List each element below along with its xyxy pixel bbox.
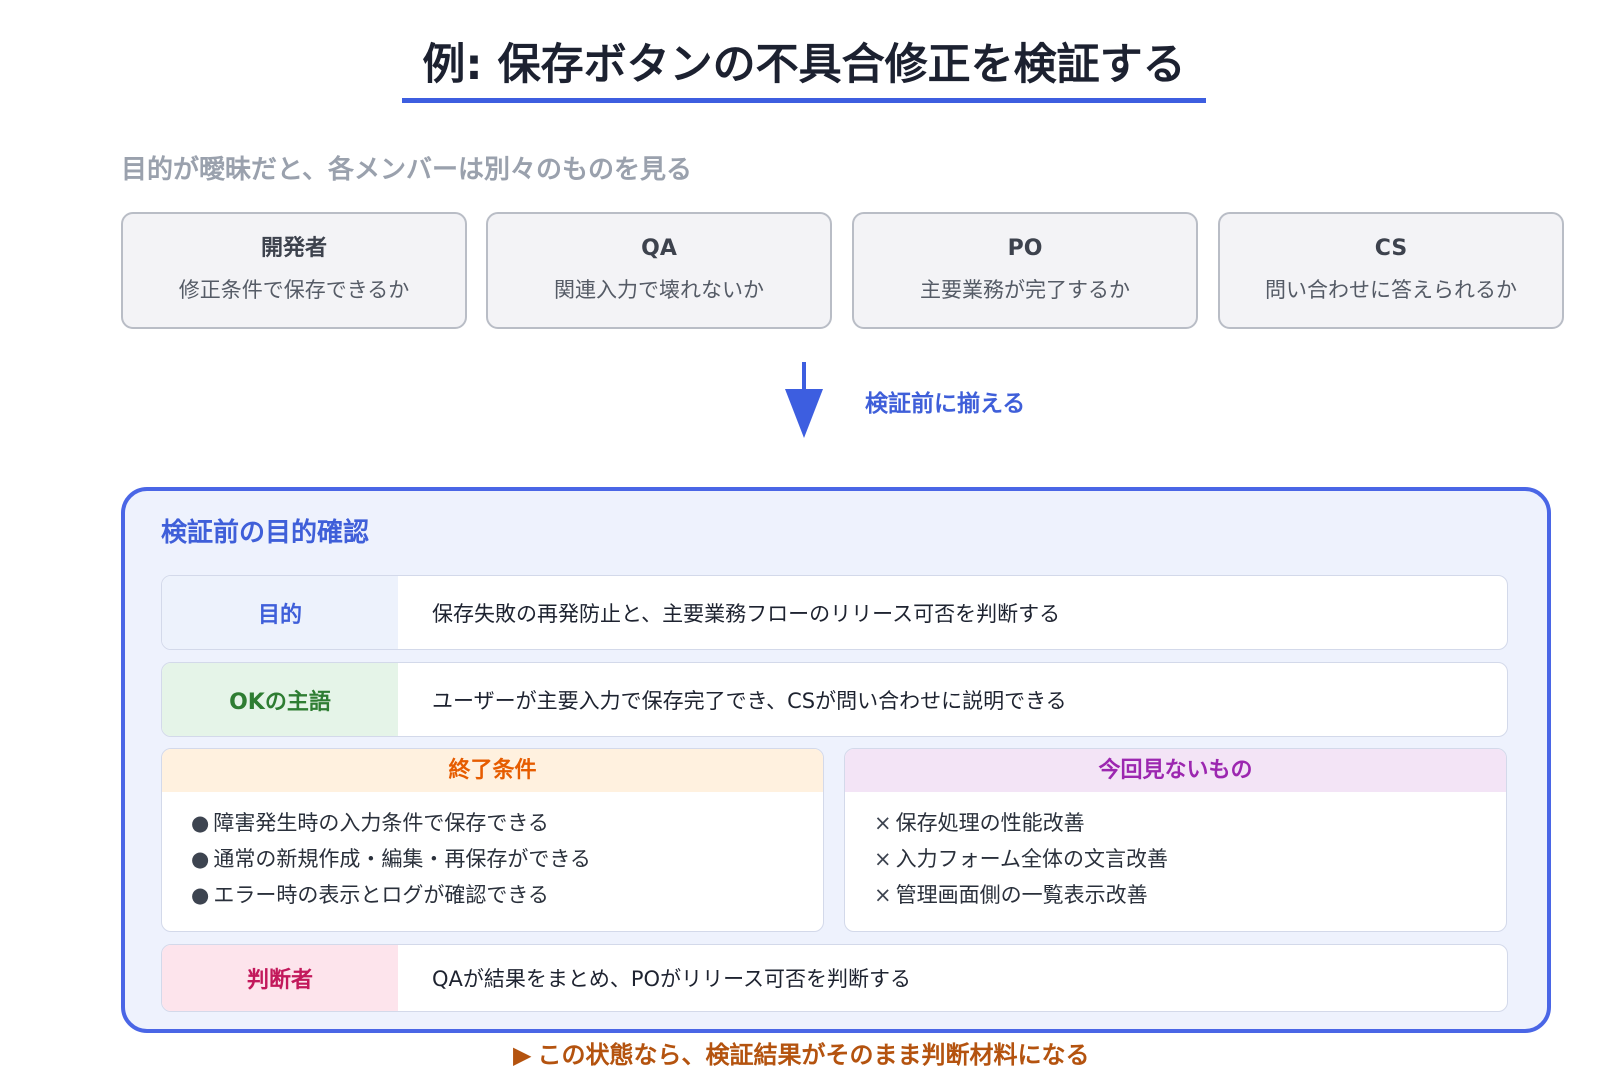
- out-of-scope-header: 今回見ないもの: [845, 749, 1506, 792]
- role-card-cs: CS 問い合わせに答えられるか: [1218, 212, 1564, 329]
- list-item-text: 障害発生時の入力条件で保存できる: [213, 811, 549, 835]
- purpose-check-panel: 検証前の目的確認 目的 保存失敗の再発防止と、主要業務フローのリリース可否を判断…: [121, 487, 1551, 1033]
- list-item: × 入力フォーム全体の文言改善: [874, 844, 1168, 874]
- purpose-row: 目的 保存失敗の再発防止と、主要業務フローのリリース可否を判断する: [161, 575, 1508, 650]
- role-card-qa: QA 関連入力で壊れないか: [486, 212, 832, 329]
- list-item: × 保存処理の性能改善: [874, 808, 1085, 838]
- out-of-scope-card: 今回見ないもの × 保存処理の性能改善 × 入力フォーム全体の文言改善 × 管理画面側…: [844, 748, 1507, 932]
- title-underline: [402, 98, 1206, 103]
- role-name: CS: [1374, 236, 1408, 261]
- down-arrow-icon: [785, 362, 823, 438]
- role-name: QA: [641, 236, 677, 261]
- arrow-head: [785, 389, 823, 438]
- list-item: ● エラー時の表示とログが確認できる: [191, 880, 549, 910]
- role-view: 修正条件で保存できるか: [178, 278, 410, 302]
- list-item: ● 障害発生時の入力条件で保存できる: [191, 808, 549, 838]
- list-item: ● 通常の新規作成・編集・再保存ができる: [191, 844, 591, 874]
- bullet-icon: ●: [191, 847, 210, 871]
- cross-icon: ×: [874, 847, 892, 871]
- ok-subject-label: OKの主語: [162, 663, 398, 736]
- purpose-text: 保存失敗の再発防止と、主要業務フローのリリース可否を判断する: [432, 601, 1061, 626]
- arrow-label: 検証前に揃える: [865, 391, 1026, 417]
- panel-heading: 検証前の目的確認: [161, 518, 370, 548]
- role-view: 関連入力で壊れないか: [554, 278, 764, 302]
- decider-label: 判断者: [162, 945, 398, 1011]
- role-card-developer: 開発者 修正条件で保存できるか: [121, 212, 467, 329]
- subtitle: 目的が曖昧だと、各メンバーは別々のものを見る: [121, 155, 692, 185]
- purpose-label: 目的: [162, 576, 398, 649]
- role-view: 主要業務が完了するか: [920, 278, 1130, 302]
- ok-subject-text: ユーザーが主要入力で保存完了でき、CSが問い合わせに説明できる: [432, 688, 1067, 713]
- role-name: 開発者: [260, 236, 327, 261]
- list-item-text: エラー時の表示とログが確認できる: [213, 883, 549, 907]
- decider-row: 判断者 QAが結果をまとめ、POがリリース可否を判断する: [161, 944, 1508, 1012]
- page-title: 例: 保存ボタンの不具合修正を検証する: [422, 40, 1186, 90]
- bullet-icon: ●: [191, 883, 210, 907]
- list-item-text: 管理画面側の一覧表示改善: [895, 883, 1148, 907]
- list-item-text: 保存処理の性能改善: [895, 811, 1085, 835]
- list-item-text: 通常の新規作成・編集・再保存ができる: [213, 847, 591, 871]
- triangle-right-icon: ▶: [513, 1041, 532, 1069]
- footer-text: この状態なら、検証結果がそのまま判断材料になる: [537, 1041, 1090, 1069]
- footer-note: ▶ この状態なら、検証結果がそのまま判断材料になる: [513, 1039, 1089, 1071]
- bullet-icon: ●: [191, 811, 210, 835]
- cross-icon: ×: [874, 883, 892, 907]
- exit-criteria-card: 終了条件 ● 障害発生時の入力条件で保存できる ● 通常の新規作成・編集・再保存がで…: [161, 748, 824, 932]
- decider-text: QAが結果をまとめ、POがリリース可否を判断する: [432, 967, 912, 991]
- role-view: 問い合わせに答えられるか: [1265, 278, 1517, 302]
- list-item: × 管理画面側の一覧表示改善: [874, 880, 1148, 910]
- cross-icon: ×: [874, 811, 892, 835]
- role-name: PO: [1007, 236, 1043, 261]
- role-card-po: PO 主要業務が完了するか: [852, 212, 1198, 329]
- ok-subject-row: OKの主語 ユーザーが主要入力で保存完了でき、CSが問い合わせに説明できる: [161, 662, 1508, 737]
- exit-criteria-header: 終了条件: [162, 749, 823, 792]
- list-item-text: 入力フォーム全体の文言改善: [895, 847, 1168, 871]
